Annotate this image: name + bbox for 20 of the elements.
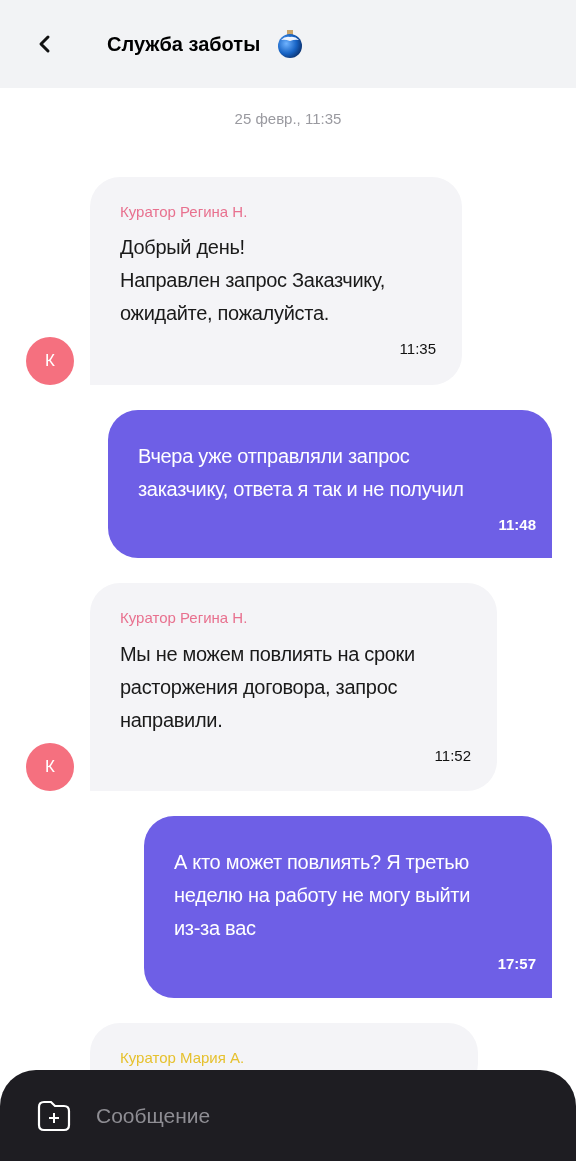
sender-name: Куратор Регина Н. bbox=[120, 608, 248, 628]
message-text: Вчера уже отправляли запрос заказчику, ответа я так и не получил bbox=[138, 443, 465, 502]
sender-name: Куратор Мария А. bbox=[120, 1047, 245, 1068]
message-text: Добрый день! Направлен запрос Заказчику, ожидайте, пожалуйста. bbox=[120, 235, 386, 326]
date-label: 25 февр., 11:35 bbox=[233, 109, 343, 129]
message-text: Мы не можем повлиять на сроки расторжения договора, запрос направили. bbox=[120, 641, 416, 733]
avatar: К bbox=[26, 743, 74, 791]
message-field[interactable]: Сообщение bbox=[96, 1099, 576, 1132]
message-time: 17:57 bbox=[496, 954, 536, 974]
sender-name: Куратор Регина Н. bbox=[120, 201, 248, 222]
ornament-icon bbox=[276, 29, 305, 59]
message-time: 11:52 bbox=[433, 745, 471, 766]
chat-title: Служба заботы bbox=[107, 32, 261, 57]
message-time: 11:35 bbox=[398, 339, 436, 359]
message-text: А кто может повлиять? Я третью неделю на работу не могу выйти из-за вас bbox=[174, 850, 472, 941]
avatar: К bbox=[26, 336, 74, 385]
message-composer[interactable]: Сообщение bbox=[0, 1070, 576, 1161]
back-icon[interactable] bbox=[37, 34, 51, 54]
message-time: 11:48 bbox=[497, 514, 536, 535]
attach-folder-icon[interactable] bbox=[37, 1099, 71, 1132]
